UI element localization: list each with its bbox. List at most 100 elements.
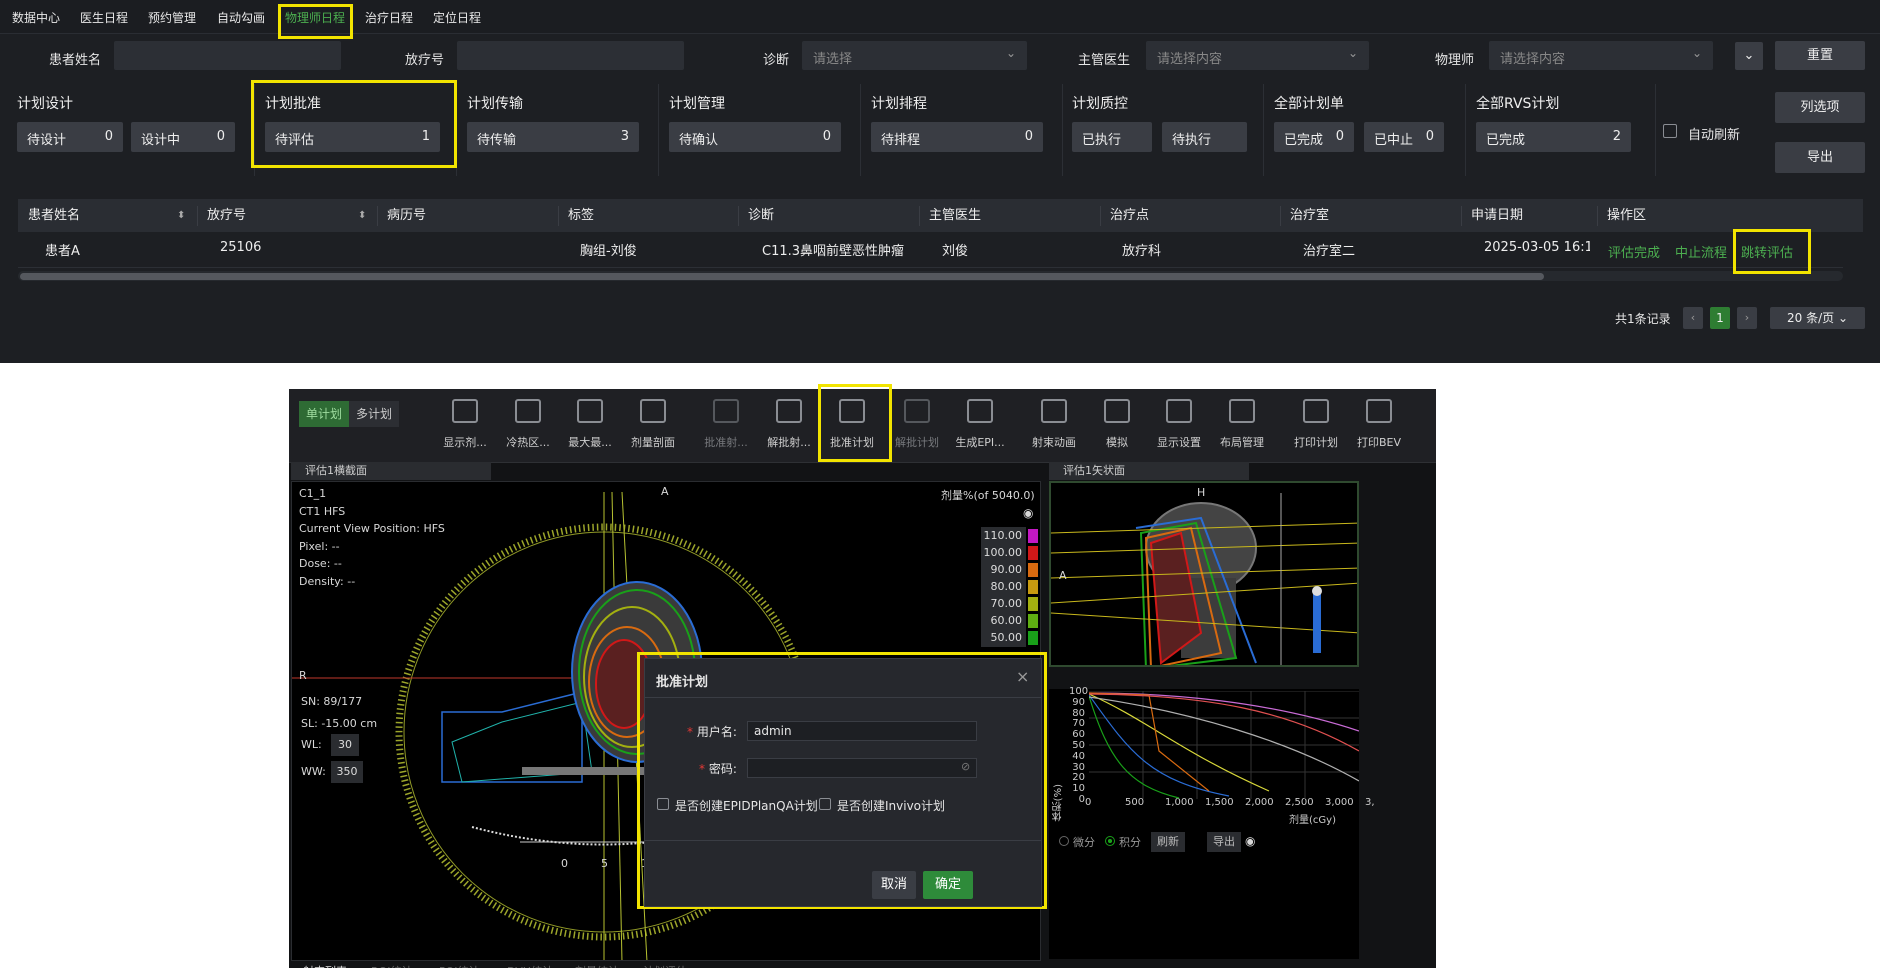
create-epid-checkbox[interactable] — [657, 798, 669, 810]
action-evaluate-complete[interactable]: 评估完成 — [1608, 242, 1660, 261]
bottom-tab-4[interactable]: 剂量统计 — [575, 963, 619, 968]
eye-off-icon[interactable]: ⊘ — [961, 760, 970, 773]
prev-page-button[interactable]: ‹ — [1683, 307, 1703, 329]
horizontal-scrollbar-thumb[interactable] — [20, 273, 1544, 280]
action-jump-evaluate[interactable]: 跳转评估 — [1741, 242, 1793, 261]
toolbar-label: 显示设置 — [1157, 436, 1201, 449]
page-size-select[interactable]: 20 条/页 ⌄ — [1770, 307, 1865, 329]
create-invivo-checkbox[interactable] — [819, 798, 831, 810]
wl-input[interactable]: 30 — [331, 734, 359, 756]
sagittal-view[interactable] — [1049, 481, 1359, 667]
toolbar-button-6[interactable]: 批准计划 — [825, 396, 879, 458]
toolbar-button-5[interactable]: 解批射... — [762, 396, 816, 458]
refresh-button[interactable]: 刷新 — [1151, 832, 1185, 852]
dvh-ytick: 70 — [1072, 718, 1085, 730]
column-header[interactable]: 患者姓名 — [28, 200, 80, 232]
status-chip[interactable]: 已完成 0 — [1274, 122, 1354, 152]
toolbar-button-14[interactable]: 打印BEV — [1352, 396, 1406, 458]
dvh-ytick: 30 — [1072, 761, 1085, 773]
sort-icon[interactable]: ⬍ — [358, 200, 366, 232]
column-header[interactable]: 主管医生 — [929, 200, 981, 232]
toolbar-button-0[interactable]: 显示剂... — [438, 396, 492, 458]
status-chip[interactable]: 待排程 0 — [871, 122, 1043, 152]
doctor-placeholder: 请选择内容 — [1157, 52, 1223, 67]
dose-level-swatch — [1028, 580, 1038, 594]
nav-item-4[interactable]: 物理师日程 — [285, 9, 345, 26]
toolbar-button-7[interactable]: 解批计划 — [890, 396, 944, 458]
eye-icon[interactable]: ◉ — [1023, 506, 1033, 520]
toolbar-button-1[interactable]: 冷热区... — [501, 396, 555, 458]
nav-item-5[interactable]: 治疗日程 — [365, 9, 413, 26]
toolbar-button-12[interactable]: 布局管理 — [1215, 396, 1269, 458]
diagnosis-select[interactable]: 请选择 ⌄ — [802, 41, 1027, 70]
toolbar-button-13[interactable]: 打印计划 — [1289, 396, 1343, 458]
toolbar-button-3[interactable]: 剂量剖面 — [626, 396, 680, 458]
column-header[interactable]: 治疗点 — [1110, 200, 1149, 232]
column-header[interactable]: 病历号 — [387, 200, 426, 232]
close-icon[interactable]: × — [1016, 667, 1029, 686]
toolbar-button-4[interactable]: 批准射... — [699, 396, 753, 458]
eye-icon[interactable]: ◉ — [1245, 834, 1255, 848]
differential-radio[interactable] — [1059, 836, 1069, 846]
doctor-select[interactable]: 请选择内容 ⌄ — [1146, 41, 1369, 70]
nav-item-6[interactable]: 定位日程 — [433, 9, 481, 26]
column-header[interactable]: 标签 — [568, 200, 594, 232]
bottom-tab-5[interactable]: 计划评估 — [643, 963, 687, 968]
password-label: * 密码: — [699, 762, 737, 776]
dvh-ylabel: 体积(%) — [1053, 784, 1064, 822]
status-chip[interactable]: 待确认 0 — [669, 122, 841, 152]
bottom-tab-2[interactable]: POI统计 — [439, 963, 480, 968]
page-1-button[interactable]: 1 — [1710, 307, 1730, 329]
column-header[interactable]: 诊断 — [748, 200, 774, 232]
status-chip[interactable]: 待执行 — [1162, 122, 1247, 152]
status-chip[interactable]: 设计中 0 — [131, 122, 235, 152]
confirm-button[interactable]: 确定 — [923, 871, 973, 899]
nav-item-2[interactable]: 预约管理 — [148, 9, 196, 26]
cumulative-radio[interactable] — [1105, 836, 1115, 846]
toolbar-button-2[interactable]: 最大最... — [563, 396, 617, 458]
bottom-tab-0[interactable]: 射束列表 — [303, 963, 347, 968]
ww-input[interactable]: 350 — [331, 761, 363, 783]
column-header[interactable]: 治疗室 — [1290, 200, 1329, 232]
nav-item-0[interactable]: 数据中心 — [12, 9, 60, 26]
action-stop-process[interactable]: 中止流程 — [1675, 242, 1727, 261]
nav-item-1[interactable]: 医生日程 — [80, 9, 128, 26]
toolbar-button-9[interactable]: 射束动画 — [1027, 396, 1081, 458]
status-chip[interactable]: 待设计 0 — [17, 122, 123, 152]
export-dvh-button[interactable]: 导出 — [1207, 832, 1241, 852]
column-header[interactable]: 申请日期 — [1471, 200, 1523, 232]
diagnosis-placeholder: 请选择 — [813, 52, 853, 67]
status-chip[interactable]: 已执行 — [1072, 122, 1152, 152]
patient-name-input[interactable] — [114, 41, 341, 70]
status-chip[interactable]: 已中止 0 — [1364, 122, 1444, 152]
nav-item-3[interactable]: 自动勾画 — [217, 9, 265, 26]
column-header[interactable]: 操作区 — [1607, 200, 1646, 232]
export-button[interactable]: 导出 — [1775, 142, 1865, 173]
cancel-button[interactable]: 取消 — [872, 871, 916, 899]
reset-button[interactable]: 重置 — [1775, 41, 1865, 70]
status-group-7: 全部RVS计划 已完成 2 — [1476, 84, 1656, 176]
username-input[interactable]: admin — [747, 721, 977, 741]
toolbar-button-11[interactable]: 显示设置 — [1152, 396, 1206, 458]
next-page-button[interactable]: › — [1737, 307, 1757, 329]
auto-refresh-checkbox[interactable] — [1663, 124, 1677, 138]
toolbar-button-8[interactable]: 生成EPI... — [953, 396, 1007, 458]
column-divider — [197, 206, 198, 226]
column-header[interactable]: 放疗号 — [207, 200, 246, 232]
physicist-select[interactable]: 请选择内容 ⌄ — [1489, 41, 1713, 70]
tab-multi-plan[interactable]: 多计划 — [349, 401, 399, 427]
password-input[interactable] — [747, 758, 977, 778]
status-chip[interactable]: 待评估 1 — [265, 122, 440, 152]
radiotherapy-no-input[interactable] — [457, 41, 684, 70]
column-options-button[interactable]: 列选项 — [1775, 92, 1865, 123]
toolbar-button-10[interactable]: 模拟 — [1090, 396, 1144, 458]
sort-icon[interactable]: ⬍ — [177, 200, 185, 232]
tab-single-plan[interactable]: 单计划 — [299, 401, 349, 427]
status-chip[interactable]: 待传输 3 — [467, 122, 639, 152]
dialog-title: 批准计划 — [656, 675, 709, 690]
expand-filters-button[interactable]: ⌄ — [1735, 42, 1763, 70]
dose-level-label: 100.00 — [981, 544, 1026, 562]
bottom-tab-3[interactable]: DVH统计 — [507, 963, 553, 968]
bottom-tab-1[interactable]: ROI统计 — [371, 963, 413, 968]
status-chip[interactable]: 已完成 2 — [1476, 122, 1631, 152]
